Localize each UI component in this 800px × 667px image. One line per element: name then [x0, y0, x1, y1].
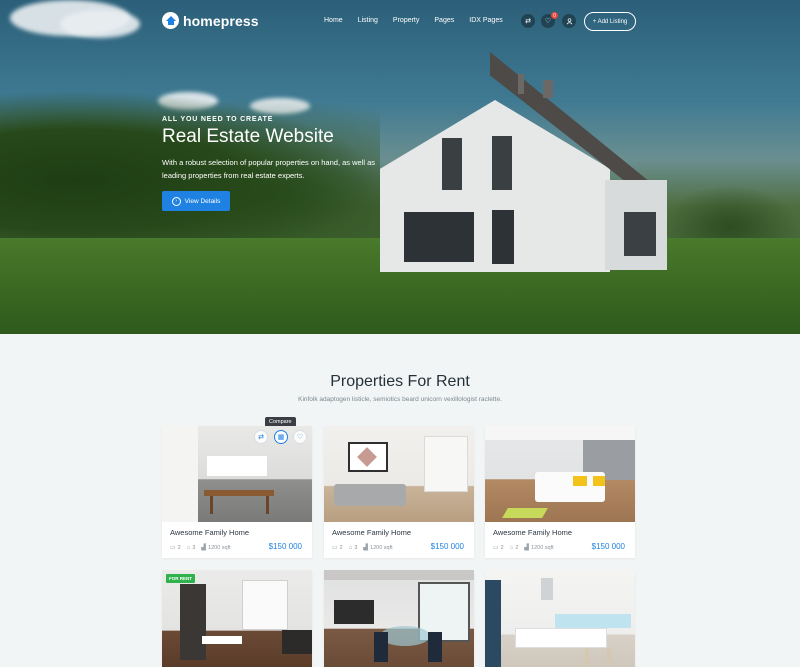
- for-rent-badge: FOR RENT: [166, 574, 195, 583]
- logo[interactable]: homepress: [162, 12, 259, 29]
- hero-description: With a robust selection of popular prope…: [162, 158, 376, 180]
- listing-photo[interactable]: [324, 426, 474, 522]
- listing-meta: ▭ 2 ⌂ 3 ▟ 1200 sqft: [332, 544, 393, 552]
- listing-price: $150 000: [268, 542, 302, 551]
- bath-icon: ⌂: [509, 544, 514, 551]
- hero-kicker: ALL YOU NEED TO CREATE: [162, 116, 274, 123]
- section-title: Properties For Rent: [330, 373, 470, 390]
- house-window: [442, 138, 462, 190]
- section-subtitle: Kinfolk adaptogen listicle, semiotics be…: [298, 396, 502, 403]
- listing-photo[interactable]: [324, 570, 474, 667]
- menu-item-home[interactable]: Home: [324, 17, 343, 24]
- house-glass-door: [404, 212, 474, 262]
- baths-count: 3: [192, 544, 196, 551]
- bath-icon: ⌂: [348, 544, 353, 551]
- house-window: [492, 136, 512, 190]
- bath-icon: ⌂: [186, 544, 191, 551]
- favorites-count-badge: 0: [551, 12, 558, 19]
- logo-text: homepress: [183, 12, 259, 29]
- main-menu: Home Listing Property Pages IDX Pages: [324, 17, 518, 24]
- listing-card[interactable]: ⇄ ▦ ♡ Awesome Family Home ▭ 2 ⌂ 3 ▟ 1200 sq…: [162, 426, 312, 558]
- top-navigation: homepress Home Listing Property Pages ID…: [0, 0, 800, 44]
- listing-photo[interactable]: FOR RENT: [162, 570, 312, 667]
- listing-photo[interactable]: [485, 426, 635, 522]
- listing-price: $150 000: [430, 542, 464, 551]
- bed-icon: ▭: [493, 545, 499, 551]
- area-value: 1200 sqft: [370, 544, 393, 551]
- house-window: [492, 210, 514, 264]
- calendar-icon[interactable]: ▦: [274, 430, 288, 444]
- listing-card[interactable]: Awesome Family Home ▭ 2 ⌂ 2 ▟ 1200 sqft $15…: [485, 426, 635, 558]
- menu-item-listing[interactable]: Listing: [358, 17, 378, 24]
- hero-title: Real Estate Website: [162, 126, 334, 147]
- baths-count: 2: [515, 544, 519, 551]
- baths-count: 3: [354, 544, 358, 551]
- beds-count: 2: [500, 544, 504, 551]
- bed-icon: ▭: [332, 545, 338, 551]
- beds-count: 2: [177, 544, 181, 551]
- area-value: 1200 sqft: [531, 544, 554, 551]
- listing-details: Awesome Family Home ▭ 2 ⌂ 2 ▟ 1200 sqft $15…: [485, 522, 635, 558]
- menu-item-idx-pages[interactable]: IDX Pages: [469, 17, 502, 24]
- chimney: [543, 80, 553, 98]
- house-logo-icon: [162, 12, 179, 29]
- listing-card[interactable]: [324, 570, 474, 667]
- listing-details: Awesome Family Home ▭ 2 ⌂ 3 ▟ 1200 sqft $15…: [324, 522, 474, 558]
- listing-photo[interactable]: [485, 570, 635, 667]
- area-icon: ▟: [201, 545, 207, 551]
- view-details-button[interactable]: › View Details: [162, 191, 230, 211]
- listing-price: $150 000: [591, 542, 625, 551]
- area-value: 1200 sqft: [208, 544, 231, 551]
- listing-photo[interactable]: ⇄ ▦ ♡: [162, 426, 312, 522]
- listing-title[interactable]: Awesome Family Home: [332, 528, 466, 537]
- bed-icon: ▭: [170, 545, 176, 551]
- listing-card[interactable]: [485, 570, 635, 667]
- compare-icon[interactable]: ⇄: [254, 430, 268, 444]
- arrow-right-circle-icon: ›: [171, 196, 181, 206]
- listing-meta: ▭ 2 ⌂ 3 ▟ 1200 sqft: [170, 544, 231, 552]
- listing-meta: ▭ 2 ⌂ 2 ▟ 1200 sqft: [493, 544, 554, 552]
- listing-title[interactable]: Awesome Family Home: [170, 528, 304, 537]
- view-details-label: View Details: [184, 197, 221, 205]
- hero-banner: homepress Home Listing Property Pages ID…: [0, 0, 800, 334]
- chimney: [518, 74, 524, 94]
- listing-title[interactable]: Awesome Family Home: [493, 528, 627, 537]
- listing-card[interactable]: Awesome Family Home ▭ 2 ⌂ 3 ▟ 1200 sqft $15…: [324, 426, 474, 558]
- exchange-icon[interactable]: ⇄: [521, 14, 535, 28]
- area-icon: ▟: [363, 545, 369, 551]
- beds-count: 2: [339, 544, 343, 551]
- user-icon[interactable]: [562, 14, 576, 28]
- add-listing-button[interactable]: + Add Listing: [584, 12, 636, 31]
- menu-item-pages[interactable]: Pages: [434, 17, 454, 24]
- listing-details: Awesome Family Home ▭ 2 ⌂ 3 ▟ 1200 sqft $15…: [162, 522, 312, 558]
- listing-card[interactable]: FOR RENT: [162, 570, 312, 667]
- menu-item-property[interactable]: Property: [393, 17, 419, 24]
- house-window: [624, 212, 656, 256]
- area-icon: ▟: [524, 545, 530, 551]
- heart-icon[interactable]: ♡: [293, 430, 307, 444]
